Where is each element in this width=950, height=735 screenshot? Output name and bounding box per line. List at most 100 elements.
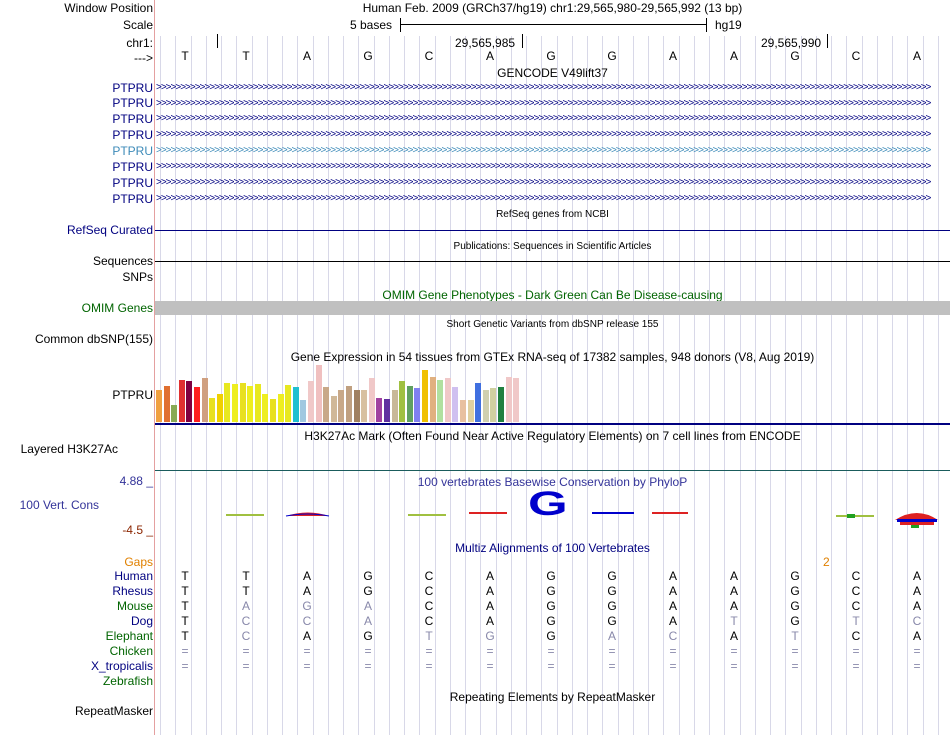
- label-species[interactable]: Dog: [131, 614, 153, 628]
- gtex-bar[interactable]: [331, 396, 337, 422]
- gtex-bar[interactable]: [430, 377, 436, 422]
- gtex-bar[interactable]: [217, 394, 223, 422]
- gtex-bar[interactable]: [399, 381, 405, 422]
- label-gencode-item[interactable]: PTPRU: [112, 192, 153, 206]
- h3k27ac-line[interactable]: [155, 470, 950, 471]
- label-species[interactable]: X_tropicalis: [91, 659, 153, 673]
- label-refseq[interactable]: RefSeq Curated: [67, 223, 153, 237]
- gtex-bar[interactable]: [255, 384, 261, 422]
- genome-browser-image[interactable]: Window Position Scale chr1: ---> PTPRU P…: [0, 0, 950, 735]
- gtex-bar[interactable]: [407, 386, 413, 422]
- label-common-dbsnp[interactable]: Common dbSNP(155): [35, 332, 153, 346]
- alignment-base: A: [668, 584, 677, 598]
- phylop-mark: [847, 514, 855, 518]
- label-gencode-item[interactable]: PTPRU: [112, 81, 153, 95]
- alignment-base: G: [363, 629, 373, 643]
- label-species[interactable]: Mouse: [117, 599, 153, 613]
- label-cons[interactable]: 100 Vert. Cons: [20, 498, 99, 512]
- label-gtex-gene[interactable]: PTPRU: [112, 388, 153, 402]
- alignment-base: =: [608, 644, 616, 658]
- gtex-bar[interactable]: [445, 378, 451, 422]
- sequences-line[interactable]: [155, 261, 950, 262]
- gtex-bar[interactable]: [498, 387, 504, 422]
- gtex-bar[interactable]: [186, 381, 192, 422]
- gtex-bar[interactable]: [513, 378, 519, 422]
- gtex-bar[interactable]: [338, 390, 344, 422]
- gtex-bar[interactable]: [361, 390, 367, 422]
- label-snps[interactable]: SNPs: [122, 270, 153, 284]
- gtex-bar[interactable]: [414, 388, 420, 422]
- refseq-line[interactable]: [155, 230, 950, 231]
- gtex-bar[interactable]: [224, 383, 230, 422]
- gtex-bar[interactable]: [164, 386, 170, 422]
- label-species[interactable]: Elephant: [106, 629, 153, 643]
- gtex-bar[interactable]: [278, 394, 284, 422]
- gtex-bar[interactable]: [475, 383, 481, 422]
- label-gaps[interactable]: Gaps: [124, 555, 153, 569]
- alignment-base: =: [242, 644, 250, 658]
- gtex-bar[interactable]: [308, 381, 314, 422]
- alignment-base: C: [424, 599, 434, 613]
- gtex-bar[interactable]: [285, 385, 291, 422]
- gencode-transcript-row[interactable]: >>>>>>>>>>>>>>>>>>>>>>>>>>>>>>>>>>>>>>>>…: [156, 82, 949, 93]
- label-gencode-item[interactable]: PTPRU: [112, 176, 153, 190]
- gtex-bar[interactable]: [506, 377, 512, 422]
- gencode-transcript-row[interactable]: >>>>>>>>>>>>>>>>>>>>>>>>>>>>>>>>>>>>>>>>…: [156, 129, 949, 140]
- label-repeatmasker[interactable]: RepeatMasker: [75, 704, 153, 718]
- gtex-bar[interactable]: [293, 387, 299, 422]
- label-species[interactable]: Rhesus: [112, 584, 153, 598]
- gtex-bar[interactable]: [232, 384, 238, 422]
- gencode-transcript-row[interactable]: >>>>>>>>>>>>>>>>>>>>>>>>>>>>>>>>>>>>>>>>…: [156, 177, 949, 188]
- gtex-bar[interactable]: [179, 380, 185, 422]
- gtex-bar[interactable]: [323, 387, 329, 422]
- gtex-bar[interactable]: [202, 378, 208, 422]
- omim-bar[interactable]: [155, 301, 950, 315]
- gencode-transcript-row[interactable]: >>>>>>>>>>>>>>>>>>>>>>>>>>>>>>>>>>>>>>>>…: [156, 98, 949, 109]
- gtex-bar[interactable]: [437, 380, 443, 422]
- gtex-bar[interactable]: [270, 399, 276, 422]
- gtex-bar[interactable]: [247, 386, 253, 422]
- label-sequences[interactable]: Sequences: [93, 254, 153, 268]
- gtex-bar[interactable]: [452, 387, 458, 422]
- gtex-bar-chart[interactable]: [156, 364, 536, 424]
- label-species[interactable]: Zebrafish: [103, 674, 153, 688]
- gtex-bar[interactable]: [156, 390, 162, 422]
- label-species[interactable]: Human: [114, 569, 153, 583]
- gtex-bar[interactable]: [490, 388, 496, 422]
- alignment-base: G: [607, 599, 617, 613]
- gtex-bar[interactable]: [316, 365, 322, 422]
- phylop-marks[interactable]: [155, 500, 950, 535]
- gtex-bar[interactable]: [240, 383, 246, 422]
- gtex-bar[interactable]: [346, 386, 352, 422]
- label-gencode-item[interactable]: PTPRU: [112, 160, 153, 174]
- gtex-bar[interactable]: [300, 400, 306, 422]
- gtex-bar[interactable]: [171, 405, 177, 422]
- alignment-base: =: [181, 644, 189, 658]
- gencode-transcript-row[interactable]: >>>>>>>>>>>>>>>>>>>>>>>>>>>>>>>>>>>>>>>>…: [156, 193, 949, 204]
- label-species[interactable]: Chicken: [110, 644, 153, 658]
- label-omim[interactable]: OMIM Genes: [82, 301, 153, 315]
- label-gencode-item[interactable]: PTPRU: [112, 144, 153, 158]
- gtex-bar[interactable]: [460, 400, 466, 422]
- phylop-mark: [226, 514, 264, 516]
- alignment-base: =: [364, 659, 372, 673]
- label-h3k27ac[interactable]: Layered H3K27Ac: [21, 442, 118, 456]
- gtex-bar[interactable]: [392, 390, 398, 422]
- alignment-base: A: [729, 584, 738, 598]
- gtex-bar[interactable]: [262, 394, 268, 422]
- gtex-bar[interactable]: [194, 387, 200, 422]
- gtex-bar[interactable]: [468, 400, 474, 422]
- gencode-transcript-row[interactable]: >>>>>>>>>>>>>>>>>>>>>>>>>>>>>>>>>>>>>>>>…: [156, 145, 949, 156]
- label-gencode-item[interactable]: PTPRU: [112, 112, 153, 126]
- gtex-bar[interactable]: [354, 390, 360, 422]
- gtex-bar[interactable]: [209, 398, 215, 422]
- gtex-bar[interactable]: [369, 378, 375, 422]
- gencode-transcript-row[interactable]: >>>>>>>>>>>>>>>>>>>>>>>>>>>>>>>>>>>>>>>>…: [156, 113, 949, 124]
- gtex-bar[interactable]: [483, 390, 489, 422]
- gencode-transcript-row[interactable]: >>>>>>>>>>>>>>>>>>>>>>>>>>>>>>>>>>>>>>>>…: [156, 161, 949, 172]
- gtex-bar[interactable]: [384, 399, 390, 422]
- gtex-bar[interactable]: [376, 398, 382, 422]
- gtex-bar[interactable]: [422, 370, 428, 422]
- label-gencode-item[interactable]: PTPRU: [112, 96, 153, 110]
- label-gencode-item[interactable]: PTPRU: [112, 128, 153, 142]
